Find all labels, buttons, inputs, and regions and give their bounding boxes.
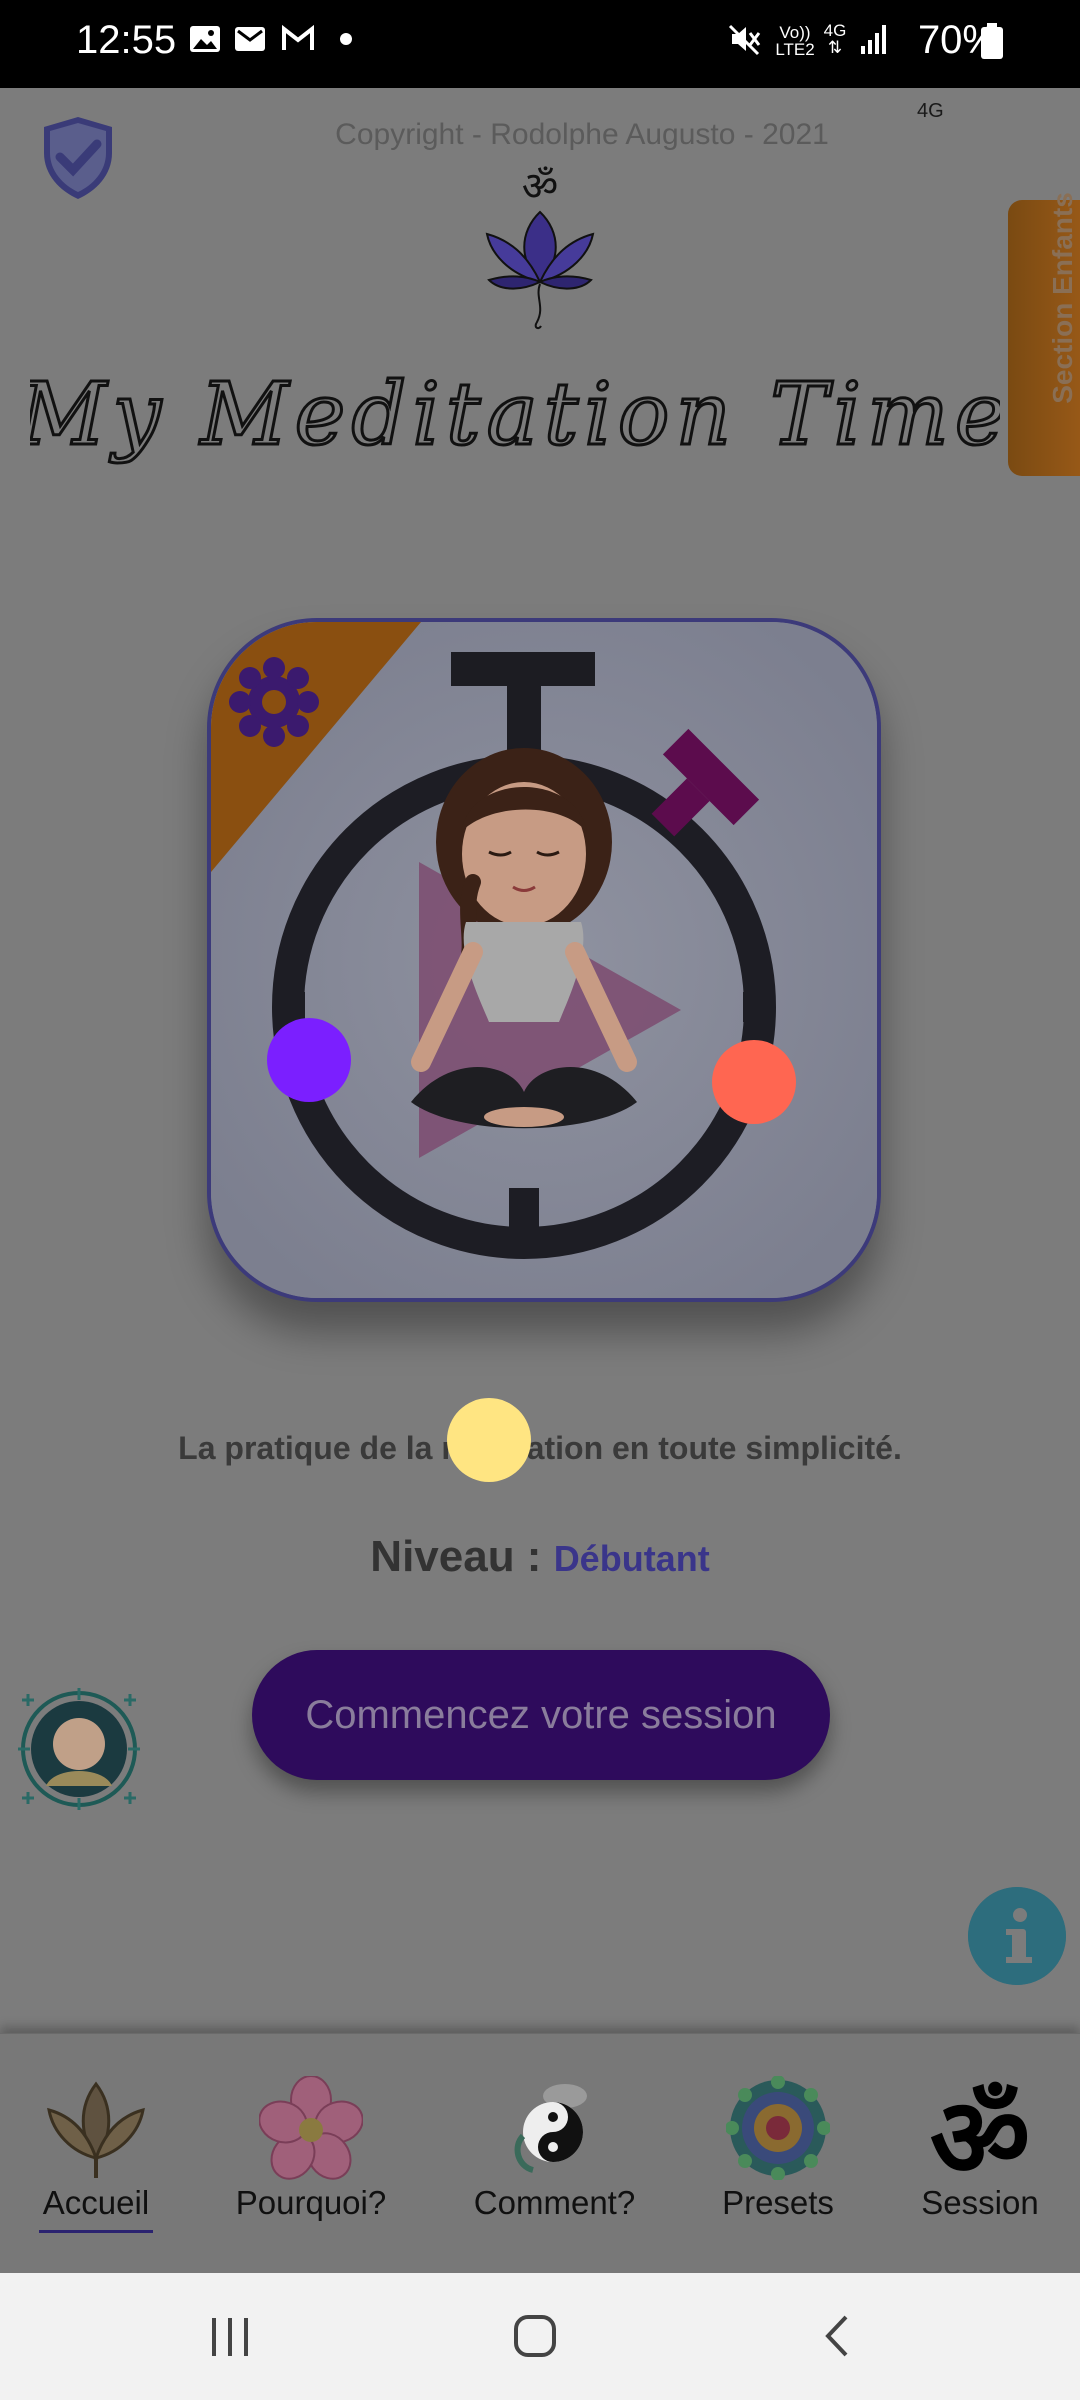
- yin-yang-icon: [514, 2084, 587, 2173]
- meditation-timer-card[interactable]: [207, 618, 881, 1302]
- touch-indicator-purple: [267, 1018, 351, 1102]
- app-title: My Meditation Time: [30, 364, 1000, 467]
- timer-illustration: [211, 622, 877, 1298]
- om-icon: ॐ: [930, 2076, 1030, 2186]
- touch-indicator-yellow: [447, 1398, 531, 1482]
- level-label: Niveau :: [370, 1532, 554, 1581]
- nav-item-comment[interactable]: Comment?: [462, 2034, 647, 2274]
- touch-indicator-coral: [712, 1040, 796, 1124]
- back-icon[interactable]: [822, 2313, 852, 2359]
- lotus-om-logo: ॐ: [485, 164, 595, 330]
- child-avatar-icon[interactable]: [18, 1688, 140, 1810]
- children-section-label: Section Enfants: [1047, 192, 1078, 404]
- dot-icon: [340, 33, 352, 45]
- home-icon[interactable]: [512, 2313, 558, 2359]
- tagline-text: La pratique de la méditation en toute si…: [178, 1430, 902, 1466]
- nav-item-pourquoi[interactable]: Pourquoi?: [222, 2034, 400, 2274]
- nav-label-session: Session: [921, 2184, 1039, 2221]
- net-label: 4G: [823, 21, 847, 40]
- lte-label: LTE2: [775, 40, 815, 59]
- nav-item-session[interactable]: ॐ Session: [905, 2034, 1055, 2274]
- system-navigation-bar: [0, 2273, 1080, 2400]
- status-time: 12:55: [76, 18, 177, 62]
- mute-icon: [728, 24, 761, 56]
- recent-apps-icon[interactable]: [208, 2316, 252, 2358]
- volte-indicator: Vo)) LTE2: [773, 24, 817, 58]
- svg-text:ॐ: ॐ: [522, 164, 558, 210]
- gmail-icon: [282, 24, 314, 50]
- nav-label-accueil: Accueil: [42, 2184, 150, 2221]
- nav-label-comment: Comment?: [473, 2184, 636, 2221]
- flower-icon: [259, 2076, 363, 2180]
- battery-icon: [981, 23, 1003, 59]
- level-row: Niveau : Débutant: [0, 1532, 1080, 1582]
- active-tab-indicator: [39, 2230, 153, 2233]
- volte-label: Vo)): [779, 23, 811, 42]
- info-icon[interactable]: [968, 1887, 1066, 1985]
- children-section-tab[interactable]: Section Enfants: [1008, 192, 1080, 476]
- nav-item-presets[interactable]: Presets: [707, 2034, 849, 2274]
- app-title-text: My Meditation Time: [30, 365, 1000, 465]
- status-bar: 12:55 Vo)) LTE2 4G ⇅ 70%: [0, 0, 1080, 88]
- svg-text:ॐ: ॐ: [930, 2076, 1030, 2186]
- nav-label-pourquoi: Pourquoi?: [235, 2184, 387, 2221]
- gallery-icon: [190, 26, 220, 52]
- nav-item-accueil[interactable]: Accueil: [25, 2034, 167, 2274]
- lotus-icon: [47, 2081, 145, 2178]
- mandala-icon: [726, 2076, 830, 2180]
- bottom-navigation: Accueil Pourquoi? Comment? Presets ॐ Ses…: [0, 2033, 1080, 2274]
- net-indicator: 4G ⇅: [820, 22, 850, 56]
- start-session-button[interactable]: Commencez votre session: [252, 1650, 830, 1780]
- net-arrows: ⇅: [827, 38, 843, 57]
- level-value[interactable]: Débutant: [554, 1538, 710, 1579]
- settings-gear-icon[interactable]: [229, 657, 319, 747]
- email-icon: [235, 27, 265, 51]
- nav-label-presets: Presets: [722, 2184, 834, 2221]
- signal-icon: [861, 25, 886, 54]
- copyright-text: Copyright - Rodolphe Augusto - 2021: [335, 118, 829, 151]
